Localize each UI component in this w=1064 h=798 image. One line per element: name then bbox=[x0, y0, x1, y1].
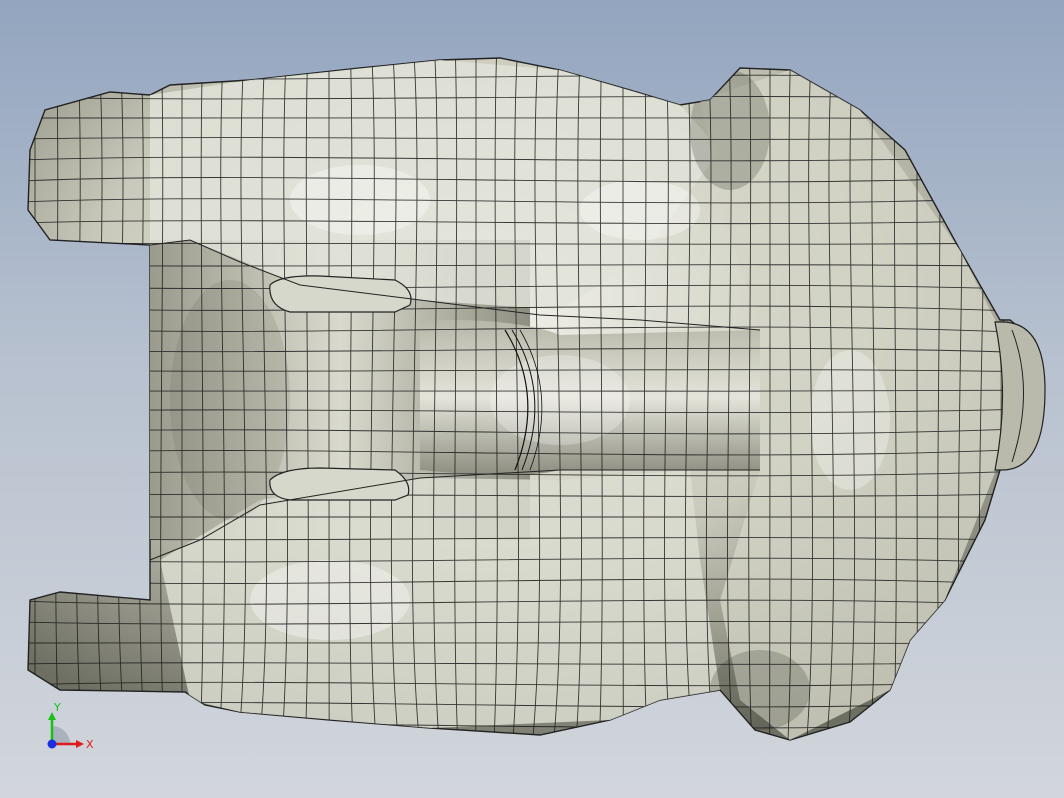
mesh-line bbox=[20, 744, 1050, 749]
x-axis-arrowhead bbox=[76, 740, 84, 748]
mounting-boss[interactable] bbox=[994, 321, 1046, 471]
mesh-line bbox=[28, 58, 1040, 62]
coordinate-triad: X Y bbox=[47, 701, 94, 751]
y-axis-label: Y bbox=[53, 701, 61, 714]
3d-viewport[interactable]: X Y bbox=[0, 0, 1064, 798]
lower-fin[interactable] bbox=[269, 467, 410, 501]
z-axis-dot bbox=[47, 739, 57, 749]
x-axis-label: X bbox=[86, 738, 94, 751]
surface-mesh-model[interactable] bbox=[0, 0, 1064, 798]
